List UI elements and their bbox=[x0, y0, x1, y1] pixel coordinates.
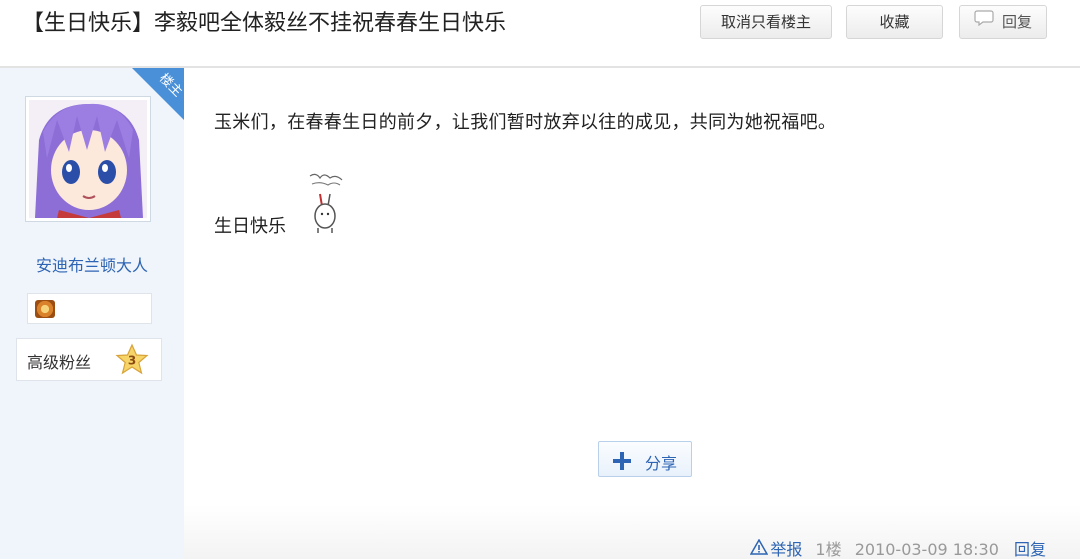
share-button-label: 分享 bbox=[645, 454, 678, 473]
username-link[interactable]: 安迪布兰顿大人 bbox=[0, 252, 184, 276]
post-meta: 举报 1楼 2010-03-09 18:30 回复 bbox=[750, 536, 1046, 560]
fan-level-box: 高级粉丝 3 bbox=[16, 338, 162, 381]
reply-button[interactable]: 回复 bbox=[959, 5, 1047, 39]
share-button[interactable]: 分享 bbox=[598, 441, 692, 477]
collect-button[interactable]: 收藏 bbox=[846, 5, 943, 39]
member-badge-box bbox=[27, 293, 152, 324]
speech-bubble-icon bbox=[974, 5, 994, 37]
avatar[interactable] bbox=[25, 96, 151, 222]
report-label: 举报 bbox=[770, 540, 803, 559]
fan-level-name: 高级粉丝 bbox=[27, 353, 92, 372]
birthday-text: 生日快乐 bbox=[214, 216, 286, 237]
thread-title: 【生日快乐】李毅吧全体毅丝不挂祝春春生日快乐 bbox=[22, 11, 507, 36]
level-star-icon: 3 bbox=[115, 343, 149, 375]
member-badge-icon[interactable] bbox=[35, 300, 55, 318]
reply-button-label: 回复 bbox=[1001, 13, 1032, 31]
report-link[interactable]: 举报 bbox=[750, 538, 803, 559]
level-number: 3 bbox=[128, 354, 136, 368]
anime-avatar-image bbox=[29, 100, 147, 218]
reply-link[interactable]: 回复 bbox=[1014, 540, 1046, 559]
plus-icon bbox=[613, 452, 631, 470]
warning-triangle-icon bbox=[750, 538, 769, 559]
thread-header: 【生日快乐】李毅吧全体毅丝不挂祝春春生日快乐 取消只看楼主 收藏 回复 bbox=[0, 0, 1080, 68]
cancel-only-op-button[interactable]: 取消只看楼主 bbox=[700, 5, 832, 39]
post-timestamp: 2010-03-09 18:30 bbox=[854, 540, 999, 559]
floor-number: 1楼 bbox=[815, 540, 842, 559]
post-body-text: 玉米们，在春春生日的前夕，让我们暂时放弃以往的成见，共同为她祝福吧。 bbox=[214, 112, 837, 133]
rabbit-sticker-image bbox=[309, 173, 343, 233]
